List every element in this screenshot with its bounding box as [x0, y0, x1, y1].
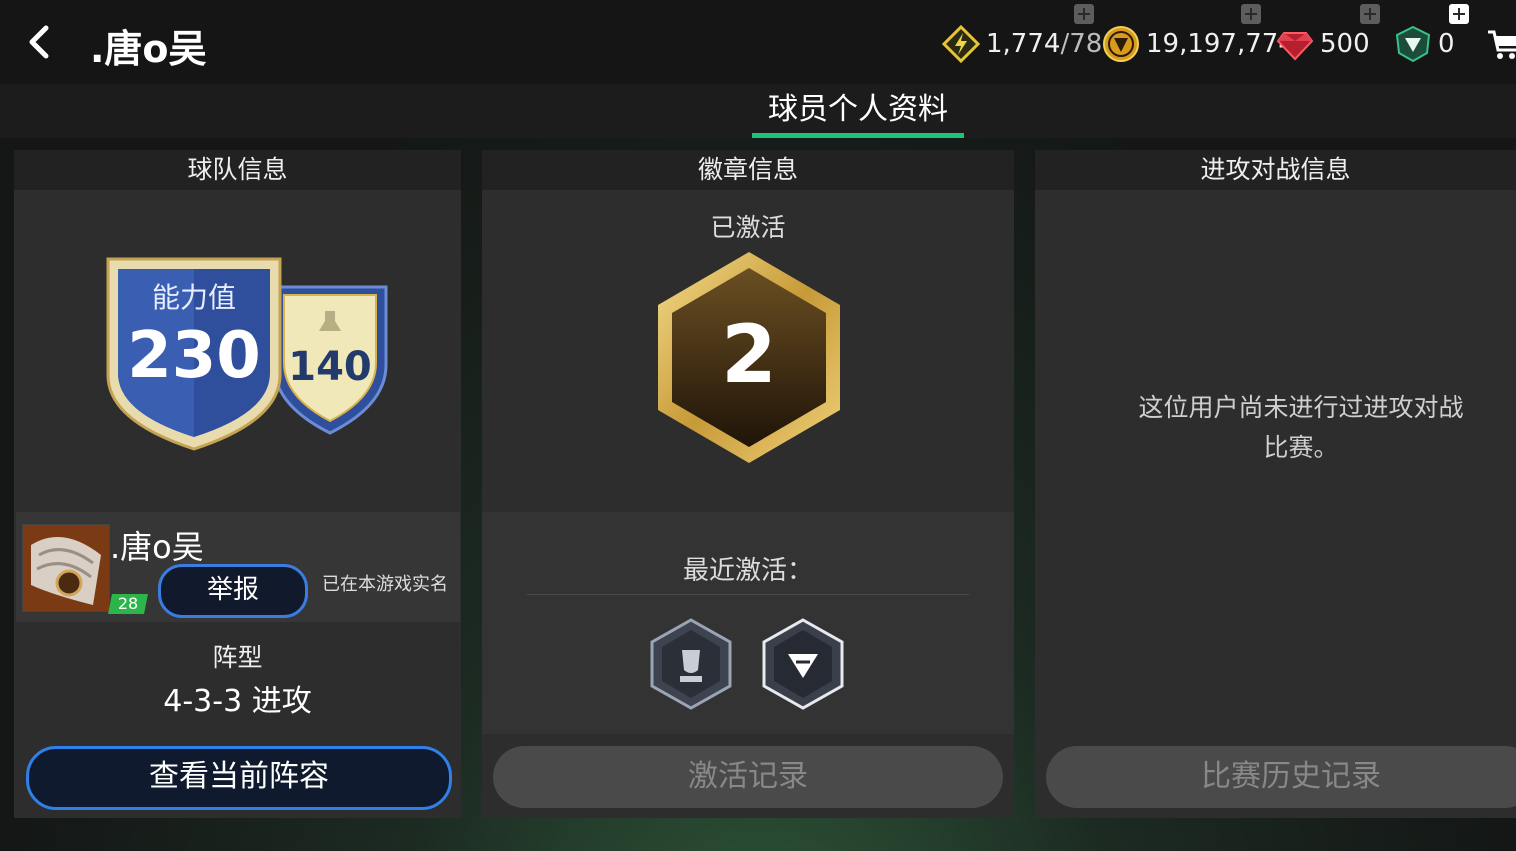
- token-value: 0: [1438, 29, 1455, 59]
- tab-player-profile[interactable]: 球员个人资料: [752, 84, 964, 138]
- empty-state-line2: 比赛。: [1263, 433, 1339, 462]
- coin-icon: [1103, 26, 1139, 62]
- tab-bar: 球员个人资料: [0, 84, 1516, 138]
- team-info-panel: 球队信息 140 能力值 230 28 .唐o吴 举报 已在本游戏实名 阵型 4…: [14, 150, 461, 818]
- coin-counter[interactable]: 19,197,774: [1102, 22, 1295, 66]
- add-coins-plus-icon[interactable]: [1241, 4, 1261, 24]
- report-button[interactable]: 举报: [158, 564, 308, 618]
- activated-label: 已激活: [710, 213, 786, 242]
- energy-counter[interactable]: 1,774/78: [942, 22, 1102, 66]
- tab-active-indicator: [752, 133, 964, 138]
- tab-player-profile-label: 球员个人资料: [768, 92, 948, 127]
- verified-text: 已在本游戏实名: [322, 574, 448, 595]
- cart-icon[interactable]: [1486, 22, 1516, 62]
- add-tokens-plus-icon[interactable]: [1449, 4, 1469, 24]
- empty-state-text: 这位用户尚未进行过进攻对战 比赛。: [1035, 388, 1516, 468]
- winged-helmet-icon: [23, 525, 109, 611]
- team-info-heading: 球队信息: [14, 150, 461, 190]
- formation-label: 阵型: [212, 643, 263, 672]
- energy-max: /78: [1060, 29, 1103, 59]
- ability-shield-icon: 140 能力值 230: [106, 257, 388, 451]
- badge-info-panel: 徽章信息 已激活 2 最近激活： 激活记录: [482, 150, 1014, 818]
- formation-value: 4-3-3 进攻: [163, 684, 312, 719]
- recent-label: 最近激活：: [682, 556, 813, 586]
- add-gems-plus-icon[interactable]: [1360, 4, 1380, 24]
- badge-info-heading: 徽章信息: [482, 150, 1014, 190]
- gem-value: 500: [1320, 29, 1370, 59]
- top-bar: .唐o吴 1,774/78 19,197,774 500 0: [0, 0, 1516, 84]
- battle-info-heading: 进攻对战信息: [1035, 150, 1516, 190]
- add-energy-plus-icon[interactable]: [1074, 4, 1094, 24]
- divider: [527, 594, 969, 595]
- user-strip: 28 .唐o吴 举报 已在本游戏实名: [16, 512, 460, 622]
- avatar[interactable]: [22, 524, 110, 612]
- page-title: .唐o吴: [90, 27, 207, 71]
- badge-number-text: 2: [721, 308, 777, 401]
- lightning-icon: [942, 25, 980, 63]
- battle-info-panel: 进攻对战信息 这位用户尚未进行过进攻对战 比赛。 比赛历史记录: [1035, 150, 1516, 818]
- coin-value: 19,197,774: [1146, 29, 1295, 59]
- ability-value-text: 230: [127, 319, 261, 393]
- match-history-button[interactable]: 比赛历史记录: [1046, 746, 1516, 808]
- view-lineup-button[interactable]: 查看当前阵容: [26, 746, 452, 810]
- energy-value: 1,774: [986, 29, 1061, 59]
- badge-hexagon-icon: 2: [658, 252, 840, 463]
- sub-value-text: 140: [288, 344, 372, 390]
- gem-counter[interactable]: 500: [1276, 22, 1370, 66]
- fc-logo-badge-icon[interactable]: [762, 618, 844, 710]
- recent-activations: 最近激活：: [482, 512, 1014, 734]
- empty-state-line1: 这位用户尚未进行过进攻对战: [1138, 393, 1464, 422]
- shield-token-icon: [1395, 25, 1431, 63]
- trophy-badge-icon[interactable]: [650, 618, 732, 710]
- ruby-icon: [1276, 32, 1314, 61]
- ability-label-text: 能力值: [152, 281, 236, 314]
- back-arrow-icon[interactable]: [20, 22, 60, 62]
- activation-log-button[interactable]: 激活记录: [493, 746, 1003, 808]
- level-badge: 28: [108, 594, 148, 614]
- user-name: .唐o吴: [110, 528, 204, 566]
- token-counter[interactable]: 0: [1394, 22, 1455, 66]
